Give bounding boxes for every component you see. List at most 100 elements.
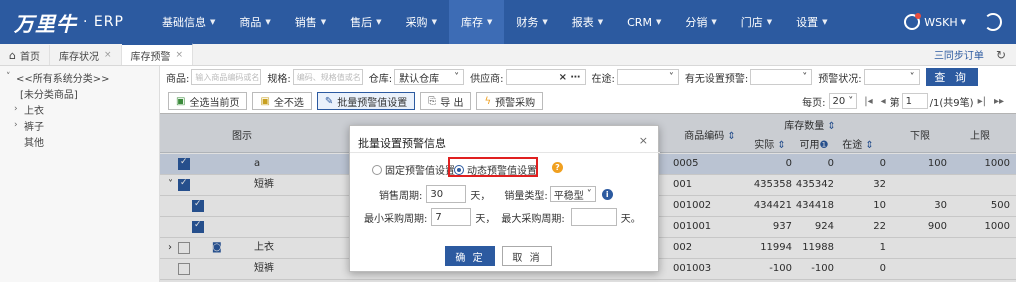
sales-type-select[interactable]: 平稳型 ˅: [549, 186, 596, 202]
tree-node-uncategorized[interactable]: [未分类商品]: [6, 85, 159, 101]
tab-home[interactable]: ⌂ 首页: [0, 45, 50, 65]
menu-distribution[interactable]: 分销 ▼: [673, 0, 728, 44]
goods-input[interactable]: 输入商品编码或名: [191, 69, 262, 85]
tab-stock-status[interactable]: 库存状况 ×: [50, 45, 122, 65]
onway-select[interactable]: ˅: [616, 69, 679, 85]
tree-node-tops[interactable]: › 上衣: [6, 101, 159, 117]
main-menu: 基础信息 ▼ 商品 ▼ 销售 ▼ 售后 ▼ 采购 ▼ 库存 ▼ 财务 ▼ 报表 ▼ CRM ▼ 分…: [150, 0, 840, 44]
batch-set-button[interactable]: ✎ 批量预警值设置: [316, 92, 416, 110]
export-icon: ⎘: [428, 95, 437, 107]
highlight-box: [448, 157, 538, 177]
caret-down-icon: ▼: [210, 18, 216, 26]
chevron-right-icon: ›: [14, 120, 18, 130]
menu-purchase[interactable]: 采购 ▼: [394, 0, 449, 44]
menu-goods[interactable]: 商品 ▼: [227, 0, 282, 44]
select-none-button[interactable]: ▣ 全不选: [252, 92, 312, 110]
top-nav: 万里牛 · ERP 基础信息 ▼ 商品 ▼ 销售 ▼ 售后 ▼ 采购 ▼ 库存 ▼ 财务 ▼ 报…: [0, 0, 1016, 44]
radio-off-icon: [372, 164, 382, 175]
caret-down-icon: ▼: [486, 18, 493, 26]
divider: [350, 152, 660, 153]
info-icon[interactable]: i: [601, 188, 613, 200]
clear-icon: × ⋯: [558, 71, 581, 83]
refresh-icon[interactable]: [984, 13, 1002, 31]
user-name: WSKH: [924, 15, 958, 29]
tree-node-other[interactable]: 其他: [6, 133, 159, 149]
next-page-icon[interactable]: ▸|: [978, 96, 986, 107]
warehouse-label: 仓库:: [368, 73, 393, 85]
caret-down-icon: ▼: [822, 18, 828, 26]
tab-stock-warning[interactable]: 库存预警 ×: [121, 43, 194, 65]
menu-after-sales[interactable]: 售后 ▼: [338, 0, 393, 44]
caret-down-icon: ▼: [320, 18, 327, 26]
menu-sales[interactable]: 销售 ▼: [283, 0, 338, 44]
export-button[interactable]: ⎘ 导 出: [420, 92, 472, 110]
caret-down-icon: ▼: [597, 18, 604, 26]
user-icon: [904, 13, 922, 30]
min-period-input[interactable]: 7: [431, 208, 472, 226]
tree-node-all[interactable]: ˅ <<所有系统分类>>: [6, 69, 159, 85]
chevron-down-icon: ˅: [454, 71, 460, 83]
prev-page-icon[interactable]: ◂: [881, 96, 886, 107]
caret-down-icon: ▼: [960, 18, 966, 26]
caret-down-icon: ▼: [376, 18, 382, 26]
warn-purchase-button[interactable]: ϟ 预警采购: [476, 92, 544, 110]
logo-suffix: · ERP: [83, 14, 124, 30]
home-icon: ⌂: [9, 48, 16, 62]
close-icon[interactable]: ×: [176, 50, 184, 60]
last-page-icon[interactable]: ▸▸: [994, 96, 1004, 107]
select-page-button[interactable]: ▣ 全选当前页: [168, 92, 248, 110]
supplier-label: 供应商:: [470, 73, 504, 85]
help-icon[interactable]: ?: [552, 162, 563, 173]
menu-store[interactable]: 门店 ▼: [729, 0, 784, 44]
pencil-icon: ✎: [324, 95, 334, 107]
warning-status-select[interactable]: ˅: [863, 69, 920, 85]
pager: 每页: 20 ˅ |◂ ◂ 第 1 /1(共9笔) ▸| ▸▸: [802, 93, 1008, 109]
logo[interactable]: 万里牛 · ERP: [0, 0, 150, 44]
lightning-icon: ϟ: [484, 95, 492, 107]
sales-period-input[interactable]: 30: [426, 185, 467, 203]
has-warning-select[interactable]: ˅: [750, 69, 813, 85]
purchase-period-row: 最小采购周期: 7 天， 最大采购周期: 天。: [364, 208, 641, 226]
caret-down-icon: ▼: [766, 18, 773, 26]
warning-status-label: 预警状况:: [818, 73, 862, 85]
page-tabs: ⌂ 首页 库存状况 × 库存预警 × 三同步订单 ↻: [0, 43, 1016, 66]
page-input[interactable]: 1: [901, 93, 928, 109]
caret-down-icon: ▼: [431, 18, 437, 26]
supplier-select[interactable]: × ⋯: [505, 69, 586, 85]
menu-reports[interactable]: 报表 ▼: [560, 0, 615, 44]
logo-text: 万里牛: [14, 11, 77, 36]
spec-input[interactable]: 编码、规格值或名: [292, 69, 363, 85]
max-period-input[interactable]: [570, 208, 617, 226]
close-icon[interactable]: ×: [104, 50, 112, 60]
ok-button[interactable]: 确 定: [445, 246, 495, 266]
chevron-down-icon: ˅: [909, 71, 915, 83]
caret-down-icon: ▼: [711, 18, 717, 26]
tabs-right: 三同步订单 ↻: [934, 47, 1006, 63]
cancel-button[interactable]: 取 消: [502, 246, 552, 266]
menu-finance[interactable]: 财务 ▼: [504, 0, 559, 44]
close-icon[interactable]: ×: [639, 134, 648, 147]
reload-icon[interactable]: ↻: [996, 48, 1006, 62]
onway-label: 在途:: [591, 73, 615, 85]
caret-down-icon: ▼: [655, 18, 662, 26]
caret-down-icon: ▼: [542, 18, 548, 26]
first-page-icon[interactable]: |◂: [864, 96, 872, 107]
page-size-select[interactable]: 20 ˅: [828, 93, 858, 109]
chevron-down-icon: ˅: [668, 71, 674, 83]
sales-period-row: 销售周期: 30 天， 销量类型: 平稳型 ˅ i: [379, 185, 613, 203]
menu-crm[interactable]: CRM ▼: [615, 0, 673, 44]
sync-orders-link[interactable]: 三同步订单: [934, 47, 984, 62]
chevron-down-icon: ˅: [802, 71, 808, 83]
select-all-icon: ▣: [176, 95, 186, 107]
menu-settings[interactable]: 设置 ▼: [784, 0, 839, 44]
warehouse-select[interactable]: 默认仓库 ˅: [394, 69, 465, 85]
chevron-down-icon: ˅: [586, 188, 592, 200]
category-tree: ˅ <<所有系统分类>> [未分类商品] › 上衣 › 裤子 其他: [0, 66, 160, 282]
menu-basic-info[interactable]: 基础信息 ▼: [150, 0, 227, 44]
fixed-warning-radio[interactable]: 固定预警值设置: [372, 162, 455, 177]
user-menu[interactable]: WSKH ▼: [904, 0, 966, 44]
menu-inventory[interactable]: 库存 ▼: [448, 0, 505, 44]
tree-node-pants[interactable]: › 裤子: [6, 117, 159, 133]
query-button[interactable]: 查 询: [925, 68, 978, 86]
batch-warning-dialog: 批量设置预警信息 × 固定预警值设置 动态预警值设置 ? 销售周期: 30 天，…: [349, 125, 660, 272]
